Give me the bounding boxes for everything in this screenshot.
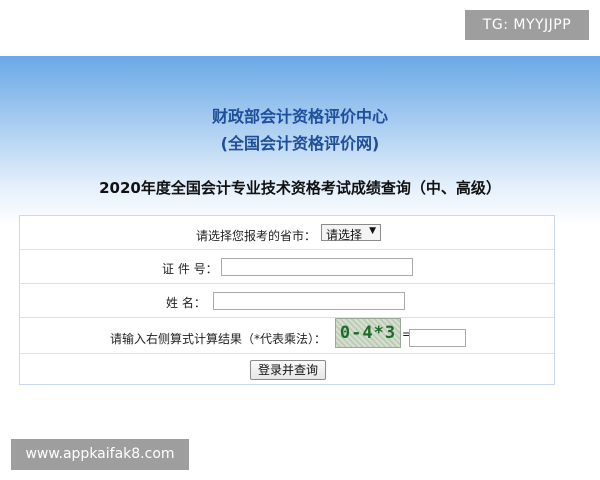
org-name: 财政部会计资格评价中心 bbox=[211, 107, 388, 126]
name-input[interactable] bbox=[213, 292, 405, 310]
tg-badge: TG: MYYJJPP bbox=[465, 10, 589, 40]
province-label: 请选择您报考的省市： bbox=[196, 229, 317, 243]
query-form: 请选择您报考的省市： 请选择 ▼ 证 件 号： 姓 名： 请输入右侧算式计算结果… bbox=[19, 215, 555, 385]
captcha-row: 请输入右侧算式计算结果（*代表乘法）： bbox=[20, 318, 554, 354]
province-select-value: 请选择 bbox=[326, 228, 363, 242]
captcha-answer-input[interactable] bbox=[409, 329, 466, 347]
org-subtitle: (全国会计资格评价网) bbox=[220, 134, 380, 153]
page: TG: MYYJJPP 财政部会计资格评价中心 (全国会计资格评价网) 2020… bbox=[0, 0, 600, 480]
page-title: 2020年度全国会计专业技术资格考试成绩查询（中、高级） bbox=[99, 179, 501, 197]
province-row: 请选择您报考的省市： 请选择 ▼ bbox=[20, 216, 554, 250]
id-row: 证 件 号： bbox=[20, 250, 554, 284]
id-label: 证 件 号： bbox=[162, 262, 218, 276]
name-row: 姓 名： bbox=[20, 284, 554, 318]
chevron-down-icon: ▼ bbox=[369, 226, 376, 236]
id-number-input[interactable] bbox=[221, 258, 413, 276]
name-label: 姓 名： bbox=[166, 296, 206, 310]
login-query-button[interactable]: 登录并查询 bbox=[250, 360, 326, 380]
province-select[interactable]: 请选择 ▼ bbox=[321, 224, 381, 242]
watermark: www.appkaifak8.com bbox=[11, 439, 189, 470]
captcha-image[interactable]: 0-4*3 bbox=[335, 318, 401, 348]
captcha-label: 请输入右侧算式计算结果（*代表乘法）： bbox=[110, 332, 327, 346]
